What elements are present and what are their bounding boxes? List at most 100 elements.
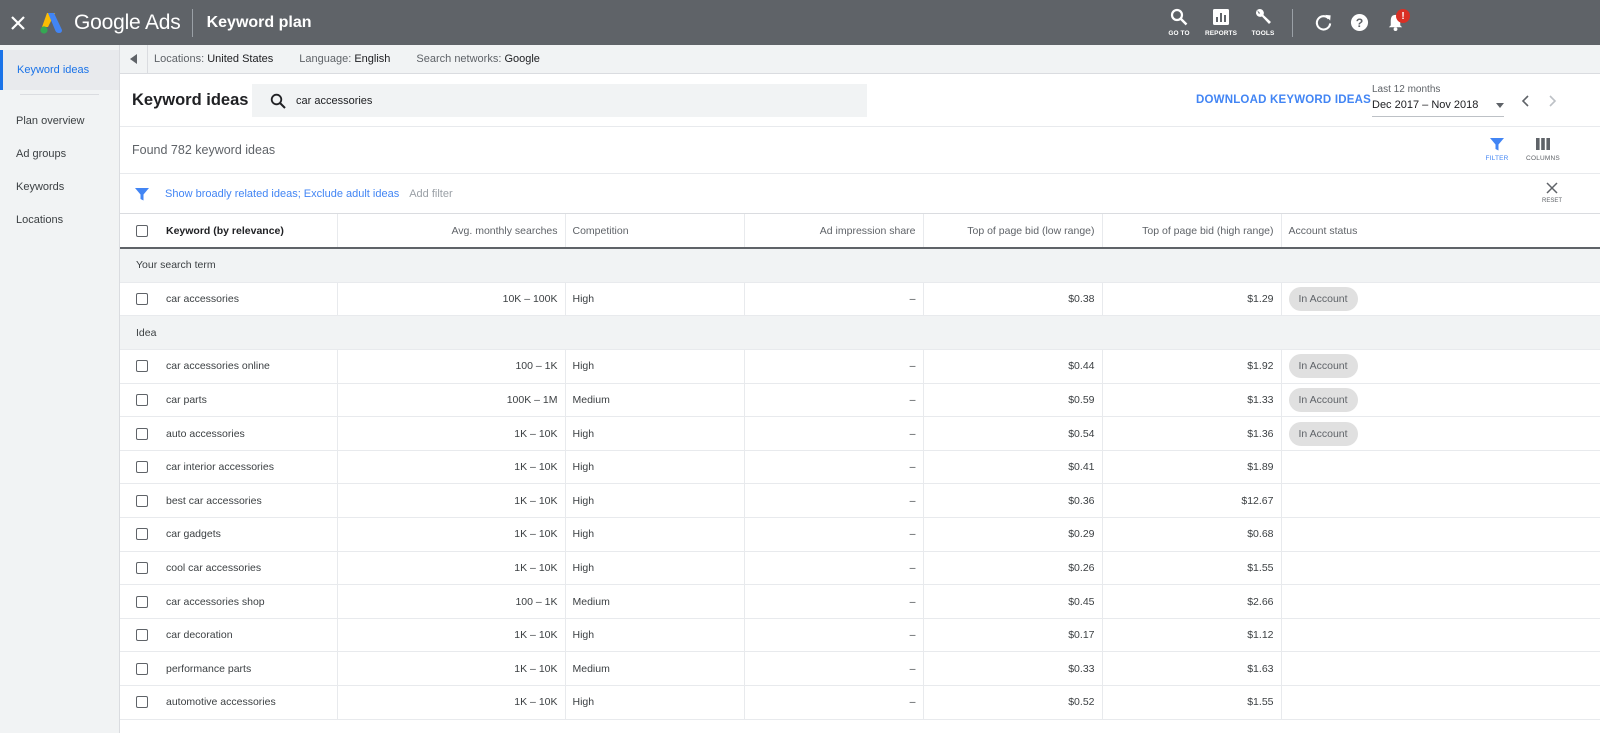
keyword-cell[interactable]: automotive accessories [156, 685, 337, 720]
keyword-cell[interactable]: best car accessories [156, 483, 337, 519]
competition-cell: High [564, 618, 744, 653]
networks-label: Search networks: [416, 53, 502, 65]
add-filter-button[interactable]: Add filter [409, 188, 452, 200]
row-checkbox[interactable] [136, 561, 148, 574]
keyword-cell[interactable]: car accessories online [156, 349, 337, 384]
arrow-left-icon [129, 54, 137, 64]
sidebar-item-ad-groups[interactable]: Ad groups [0, 137, 119, 170]
column-header-competition[interactable]: Competition [564, 214, 744, 249]
competition-cell: High [564, 685, 744, 720]
bid-low-cell: $0.33 [922, 651, 1102, 687]
impression-share-cell: – [743, 685, 923, 720]
group-label: Idea [120, 315, 1600, 351]
keyword-cell[interactable]: car interior accessories [156, 450, 337, 485]
row-checkbox[interactable] [136, 595, 148, 608]
filter-icon [1490, 138, 1504, 151]
keyword-cell[interactable]: car parts [156, 383, 337, 418]
row-select-cell [120, 483, 156, 519]
search-input[interactable]: car accessories [252, 84, 867, 117]
column-header-bid-low[interactable]: Top of page bid (low range) [922, 214, 1102, 249]
bid-low-cell: $0.36 [922, 483, 1102, 519]
impression-share-cell: – [743, 651, 923, 687]
previous-period-button[interactable] [1511, 93, 1539, 109]
row-checkbox[interactable] [136, 494, 148, 507]
group-header-idea: Idea [120, 315, 1600, 351]
columns-button[interactable]: COLUMNS [1523, 137, 1563, 162]
networks-value: Google [504, 53, 540, 65]
row-select-cell [120, 450, 156, 485]
row-checkbox[interactable] [136, 528, 148, 541]
competition-cell: High [564, 416, 744, 451]
locations-setting[interactable]: Locations: United States [154, 53, 273, 65]
chevron-right-icon [1549, 95, 1557, 107]
bid-high-cell: $1.33 [1101, 383, 1281, 418]
column-header-ad-impression-share[interactable]: Ad impression share [743, 214, 923, 249]
row-checkbox[interactable] [136, 393, 148, 406]
sidebar-item-keyword-ideas[interactable]: Keyword ideas [0, 50, 119, 90]
date-range-selector[interactable]: Last 12 months Dec 2017 – Nov 2018 [1372, 84, 1504, 117]
row-select-cell [120, 618, 156, 653]
keyword-cell[interactable]: car accessories shop [156, 584, 337, 619]
avg-searches-cell: 1K – 10K [336, 685, 565, 720]
reports-button[interactable]: REPORTS [1200, 0, 1242, 45]
sidebar-item-locations[interactable]: Locations [0, 203, 119, 236]
collapse-sidebar-button[interactable] [120, 44, 148, 74]
reset-button[interactable]: RESET [1536, 182, 1568, 204]
competition-cell: Medium [564, 383, 744, 418]
download-keyword-ideas-button[interactable]: DOWNLOAD KEYWORD IDEAS [1196, 94, 1371, 106]
notifications-button[interactable]: ! [1377, 0, 1413, 45]
keyword-cell[interactable]: performance parts [156, 651, 337, 687]
impression-share-cell: – [743, 416, 923, 451]
keyword-cell[interactable]: cool car accessories [156, 551, 337, 586]
filter-icon [135, 187, 149, 200]
divider [1292, 8, 1293, 37]
impression-share-cell: – [743, 349, 923, 384]
column-header-avg-monthly-searches[interactable]: Avg. monthly searches [336, 214, 565, 249]
date-range-value: Dec 2017 – Nov 2018 [1372, 99, 1479, 111]
search-icon [1170, 8, 1188, 26]
bid-high-cell: $1.89 [1101, 450, 1281, 485]
row-select-cell [120, 282, 156, 317]
active-filters-link[interactable]: Show broadly related ideas; Exclude adul… [165, 188, 399, 200]
table-row: car gadgets 1K – 10K High – $0.29 $0.68 [120, 517, 1600, 552]
goto-button[interactable]: GO TO [1158, 0, 1200, 45]
search-networks-setting[interactable]: Search networks: Google [416, 53, 540, 65]
help-button[interactable]: ? [1341, 0, 1377, 45]
account-status-cell [1280, 483, 1600, 519]
column-header-keyword[interactable]: Keyword (by relevance) [156, 214, 337, 249]
bid-low-cell: $0.29 [922, 517, 1102, 552]
refresh-button[interactable] [1305, 0, 1341, 45]
close-icon[interactable] [0, 0, 36, 45]
row-checkbox[interactable] [136, 629, 148, 642]
column-header-account-status[interactable]: Account status [1280, 214, 1600, 249]
keyword-cell[interactable]: car accessories [156, 282, 337, 317]
top-bar: Google Ads Keyword plan GO TO REPORTS TO… [0, 0, 1600, 45]
impression-share-cell: – [743, 584, 923, 619]
keyword-cell[interactable]: car decoration [156, 618, 337, 653]
table-row: auto accessories 1K – 10K High – $0.54 $1.36 I… [120, 416, 1600, 451]
columns-label: COLUMNS [1526, 155, 1560, 162]
keyword-cell[interactable]: car gadgets [156, 517, 337, 552]
select-all-checkbox[interactable] [136, 224, 148, 237]
row-checkbox[interactable] [136, 461, 148, 474]
sidebar-item-plan-overview[interactable]: Plan overview [0, 104, 119, 137]
filter-button[interactable]: FILTER [1477, 137, 1517, 162]
tools-button[interactable]: TOOLS [1242, 0, 1284, 45]
next-period-button[interactable] [1539, 93, 1567, 109]
table-row: car decoration 1K – 10K High – $0.17 $1.12 [120, 618, 1600, 653]
bid-high-cell: $1.55 [1101, 685, 1281, 720]
bid-low-cell: $0.52 [922, 685, 1102, 720]
select-all-cell [120, 214, 156, 249]
row-checkbox[interactable] [136, 696, 148, 709]
keyword-cell[interactable]: auto accessories [156, 416, 337, 451]
row-checkbox[interactable] [136, 662, 148, 675]
language-setting[interactable]: Language: English [299, 53, 390, 65]
sidebar-item-keywords[interactable]: Keywords [0, 170, 119, 203]
row-checkbox[interactable] [136, 292, 148, 305]
column-header-bid-high[interactable]: Top of page bid (high range) [1101, 214, 1281, 249]
row-checkbox[interactable] [136, 427, 148, 440]
filter-label: FILTER [1485, 155, 1509, 162]
bid-low-cell: $0.44 [922, 349, 1102, 384]
row-select-cell [120, 685, 156, 720]
row-checkbox[interactable] [136, 360, 148, 373]
